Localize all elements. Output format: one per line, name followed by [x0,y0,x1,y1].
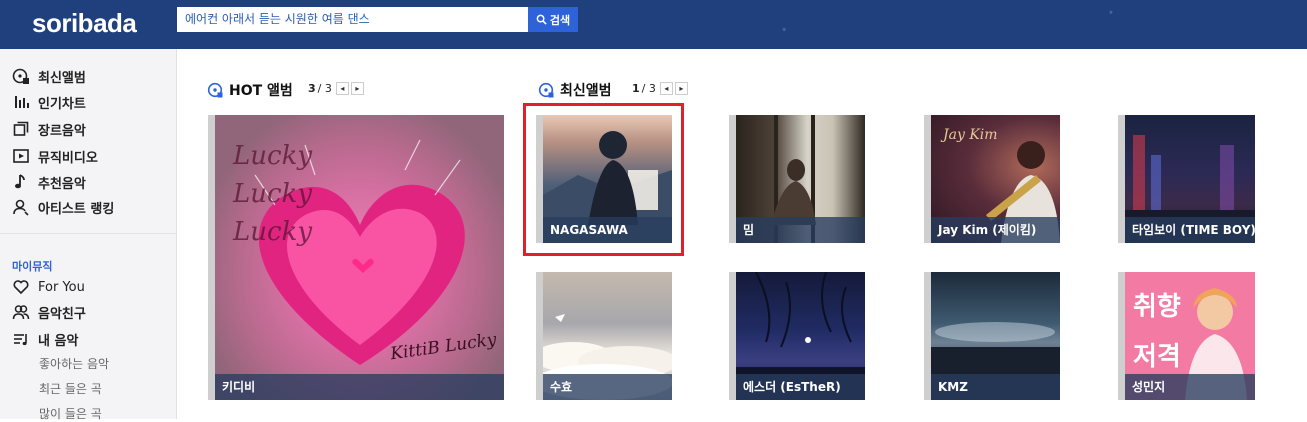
chart-bars-icon [15,96,29,108]
sidebar-item-label: 인기차트 [38,96,86,112]
sidebar-item-music-friends[interactable]: 음악친구 [12,301,86,323]
sidebar-item-recommended[interactable]: 추천음악 [12,171,86,193]
album-edge [1118,115,1125,243]
hot-album-art-text: Lucky Lucky Lucky [233,141,313,247]
new-album-card[interactable]: 수효 [536,272,672,400]
album-title: KMZ [931,374,1060,400]
album-title: 수효 [543,374,672,400]
album-edge [729,115,736,243]
hot-album-icon [207,82,223,98]
new-prev-button[interactable]: ◂ [659,82,673,95]
sidebar-sub-recent[interactable]: 최근 들은 곡 [39,380,102,397]
album-edge [924,115,931,243]
sidebar-item-label: 뮤직비디오 [38,150,98,166]
hot-album-card[interactable]: Lucky Lucky Lucky KittiB Lucky 키디비 [208,115,504,400]
new-album-card[interactable]: 밈 [729,115,865,243]
album-title: 키디비 [215,374,504,400]
hot-album-art: Lucky Lucky Lucky KittiB Lucky [215,115,504,400]
heart-icon [13,280,29,295]
search-icon [536,14,547,25]
hot-pager: 3 / 3 ◂ ▸ [308,82,364,95]
album-title: 타임보이 (TIME BOY) [1125,217,1255,243]
hot-page-current: 3 [308,82,316,95]
sidebar-item-genre[interactable]: 장르음악 [12,118,86,140]
selection-highlight [523,103,684,256]
sidebar-item-label: 내 음악 [38,333,79,349]
album-title: 에스더 (EsTheR) [736,374,865,400]
new-section-label: 최신앨범 [560,83,612,99]
album-edge [536,272,543,400]
sidebar-sub-liked[interactable]: 좋아하는 음악 [39,355,109,372]
new-page-total: / 3 [641,82,656,95]
sidebar-item-label: For You [38,279,85,295]
search-button-label: 검색 [549,13,571,27]
sidebar-item-my-music[interactable]: 내 음악 [12,328,78,350]
new-album-section-icon [538,82,554,98]
sidebar-item-new-albums[interactable]: 최신앨범 [12,65,86,87]
mymusic-title: 마이뮤직 [12,260,53,273]
music-note-icon [15,174,25,189]
search-input[interactable]: 에어컨 아래서 듣는 시원한 여름 댄스 [177,7,528,32]
hot-next-button[interactable]: ▸ [350,82,364,95]
album-title: Jay Kim (제이킴) [931,217,1060,243]
search-button[interactable]: 검색 [528,7,578,32]
playlist-icon [14,334,27,346]
new-album-icon [12,68,29,84]
album-edge [924,272,931,400]
album-title: 밈 [736,217,865,243]
sidebar-item-charts[interactable]: 인기차트 [12,91,86,113]
new-album-card[interactable]: 타임보이 (TIME BOY) [1118,115,1255,243]
friends-icon [12,305,30,320]
hot-section-label: HOT 앨범 [229,83,293,99]
new-pager: 1 / 3 ◂ ▸ [632,82,688,95]
album-art-text: 취향 저격 [1133,292,1181,372]
album-art-text: Jay Kim [943,127,998,143]
new-page-current: 1 [632,82,640,95]
sidebar-item-label: 음악친구 [38,306,86,322]
new-album-card[interactable]: KMZ [924,272,1060,400]
genre-icon [13,121,29,136]
sidebar-item-for-you[interactable]: For You [12,276,85,298]
hot-section-title: HOT 앨범 [207,80,293,100]
album-edge [1118,272,1125,400]
new-section-title: 최신앨범 [538,80,612,100]
artist-icon [13,199,29,216]
sidebar-item-music-video[interactable]: 뮤직비디오 [12,145,98,167]
video-play-icon [13,149,29,163]
new-next-button[interactable]: ▸ [674,82,688,95]
hot-prev-button[interactable]: ◂ [335,82,349,95]
sidebar: 최신앨범 인기차트 장르음악 뮤직비디오 추천음악 아티스트 랭킹 마이뮤직 F… [0,49,177,422]
soribada-logo[interactable]: soribada [32,8,137,39]
album-edge [208,115,215,400]
sidebar-item-label: 최신앨범 [38,70,86,86]
sidebar-item-artist-ranking[interactable]: 아티스트 랭킹 [12,196,114,218]
album-title: 성민지 [1125,374,1255,400]
new-album-card[interactable]: 취향 저격 성민지 [1118,272,1255,400]
sidebar-item-label: 추천음악 [38,176,86,192]
new-album-card[interactable]: 에스더 (EsTheR) [729,272,865,400]
top-header: soribada 에어컨 아래서 듣는 시원한 여름 댄스 검색 [0,0,1307,49]
album-edge [729,272,736,400]
sidebar-item-label: 장르음악 [38,123,86,139]
sidebar-item-label: 아티스트 랭킹 [38,201,115,217]
sidebar-sub-most-played[interactable]: 많이 들은 곡 [39,405,102,422]
sidebar-divider [0,233,176,234]
new-album-card[interactable]: Jay Kim Jay Kim (제이킴) [924,115,1060,243]
hot-page-total: / 3 [317,82,332,95]
